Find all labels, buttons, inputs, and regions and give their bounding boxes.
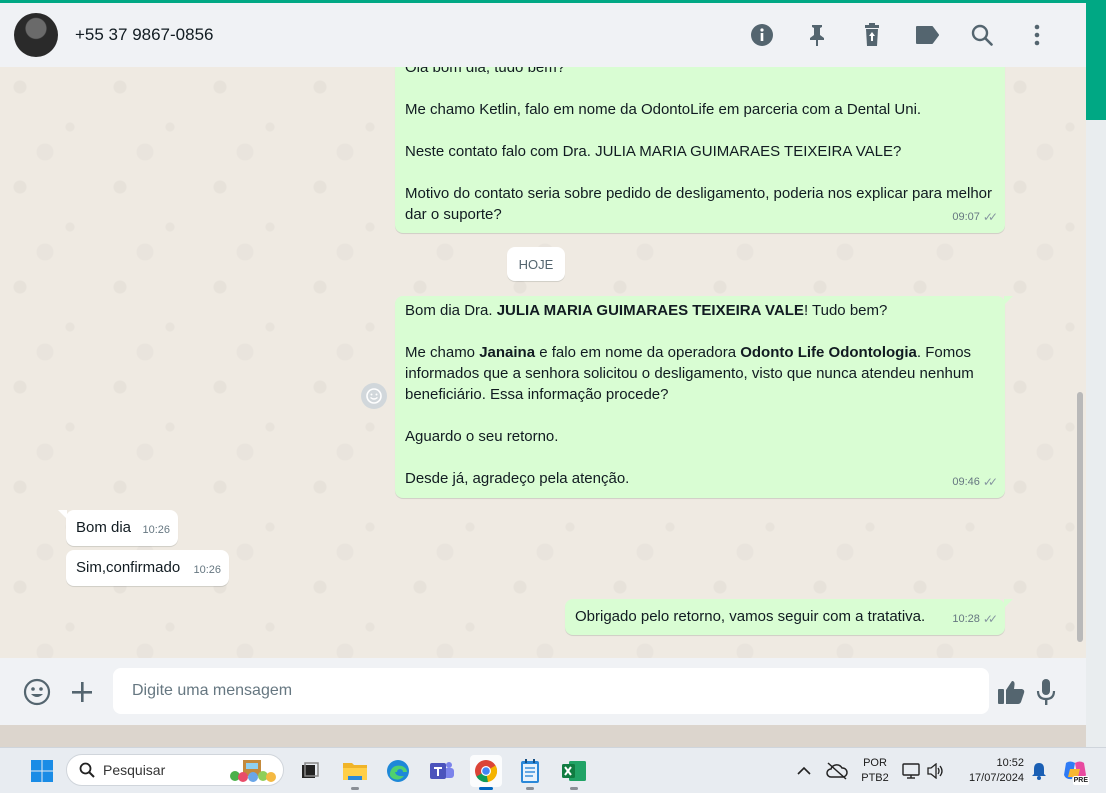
message-text: Neste contato falo com Dra. JULIA MARIA … (405, 143, 902, 160)
message-text: Me chamo Ketlin, falo em nome da OdontoL… (405, 101, 922, 118)
attach-plus-icon[interactable] (68, 678, 96, 706)
excel-icon[interactable] (558, 755, 590, 790)
message-text: Motivo do contato seria sobre pedido de … (405, 185, 993, 223)
taskbar-search[interactable]: Pesquisar (66, 754, 284, 786)
notepad-icon[interactable] (514, 755, 546, 790)
contact-name[interactable]: +55 37 9867-0856 (75, 25, 214, 45)
emoji-icon[interactable] (23, 678, 51, 706)
thumbs-up-icon[interactable] (997, 678, 1025, 706)
date-divider: HOJE (507, 247, 565, 281)
message-text: Bom dia (76, 519, 132, 536)
message-text: Olá bom dia, tudo bem? (405, 67, 566, 76)
message-text: Obrigado pelo retorno, vamos seguir com … (575, 608, 926, 625)
taskbar-search-label: Pesquisar (103, 762, 166, 778)
message-time: 09:07 (952, 211, 980, 223)
input-language-indicator[interactable]: POR PTB2 (857, 756, 893, 786)
info-icon[interactable] (734, 15, 789, 55)
message-outgoing[interactable]: Bom dia Dra. JULIA MARIA GUIMARAES TEIXE… (395, 296, 1013, 498)
message-outgoing[interactable]: Olá bom dia, tudo bem? Me chamo Ketlin, … (395, 67, 1005, 233)
search-highlight-icon (230, 760, 276, 782)
keyboard-layout: PTB2 (861, 772, 889, 784)
windows-taskbar: Pesquisar POR PTB2 10:52 17/07/2024 PRE (0, 747, 1106, 793)
message-input[interactable] (113, 668, 989, 714)
search-icon (79, 762, 95, 778)
contact-avatar[interactable] (14, 13, 58, 57)
window-right-accent (1086, 0, 1106, 120)
message-outgoing[interactable]: Obrigado pelo retorno, vamos seguir com … (565, 599, 1013, 635)
file-explorer-icon[interactable] (339, 755, 371, 790)
message-composer (0, 658, 1086, 725)
network-icon[interactable] (900, 755, 922, 787)
message-time: 10:26 (142, 524, 170, 536)
message-meta: 09:46 ✓✓ (952, 472, 998, 493)
menu-icon[interactable] (1009, 15, 1064, 55)
copilot-icon[interactable]: PRE (1060, 755, 1090, 787)
message-meta: 09:07 ✓✓ (952, 207, 998, 228)
message-time: 09:46 (952, 476, 980, 488)
message-meta: 10:28 ✓✓ (952, 609, 998, 630)
chevron-up-icon[interactable] (789, 755, 819, 787)
chat-area[interactable]: Olá bom dia, tudo bem? Me chamo Ketlin, … (0, 67, 1086, 658)
pin-icon[interactable] (789, 15, 844, 55)
read-receipt-icon: ✓✓ (982, 612, 998, 626)
message-paragraph: Bom dia Dra. JULIA MARIA GUIMARAES TEIXE… (405, 302, 888, 319)
copilot-badge: PRE (1072, 776, 1089, 785)
teams-icon[interactable] (426, 755, 458, 787)
message-meta: 10:26 (142, 520, 170, 541)
language-code: POR (863, 757, 887, 769)
windows-start-icon[interactable] (26, 755, 58, 787)
search-icon[interactable] (954, 15, 1009, 55)
emoji-reaction-icon[interactable] (361, 383, 387, 409)
message-text: Sim,confirmado (76, 559, 181, 576)
window-bottom-margin (0, 725, 1086, 747)
message-time: 10:26 (193, 564, 221, 576)
header-actions (734, 3, 1064, 67)
chat-scrollbar-thumb[interactable] (1077, 392, 1083, 642)
message-paragraph: Desde já, agradeço pela atenção. (405, 470, 630, 487)
message-paragraph: Aguardo o seu retorno. (405, 428, 559, 445)
cloud-offline-icon[interactable] (822, 755, 852, 787)
microphone-icon[interactable] (1032, 678, 1060, 706)
chrome-browser-icon[interactable] (470, 755, 502, 790)
chat-header: +55 37 9867-0856 (0, 3, 1086, 67)
message-time: 10:28 (952, 613, 980, 625)
window-right-margin (1086, 120, 1106, 747)
message-incoming[interactable]: Sim,confirmado 10:26 (66, 550, 229, 586)
message-meta: 10:26 (193, 560, 221, 581)
notification-bell-icon[interactable] (1028, 755, 1050, 787)
read-receipt-icon: ✓✓ (982, 210, 998, 224)
message-incoming[interactable]: Bom dia 10:26 (58, 510, 178, 546)
message-paragraph: Me chamo Janaina e falo em nome da opera… (405, 344, 974, 403)
clock-date: 17/07/2024 (968, 772, 1024, 784)
delete-icon[interactable] (844, 15, 899, 55)
task-view-icon[interactable] (294, 755, 326, 787)
volume-icon[interactable] (924, 755, 946, 787)
system-clock[interactable]: 10:52 17/07/2024 (950, 756, 1034, 786)
label-icon[interactable] (899, 15, 954, 55)
clock-time: 10:52 (996, 757, 1024, 769)
edge-browser-icon[interactable] (382, 755, 414, 787)
read-receipt-icon: ✓✓ (982, 475, 998, 489)
